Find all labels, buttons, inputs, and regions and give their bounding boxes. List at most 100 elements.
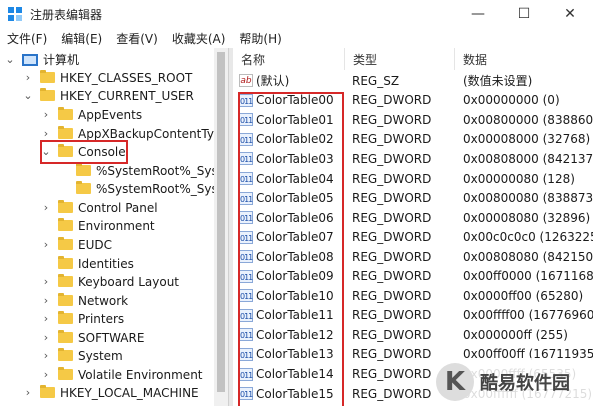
values-list: 名称 类型 数据 ab (默认) REG_SZ (数值未设置) 011 ColorTabl… [233,48,593,406]
cell-data: 0x00000000 (0) [463,93,560,108]
menu-edit[interactable]: 编辑(E) [54,30,109,47]
folder-icon [76,181,91,194]
menu-view[interactable]: 查看(V) [109,30,165,47]
cell-type: REG_DWORD [352,230,432,245]
cell-type: REG_SZ [352,73,400,88]
folder-icon [40,70,55,83]
cell-type: REG_DWORD [352,112,432,127]
chevron-right-icon[interactable]: › [40,294,52,307]
scrollbar-thumb[interactable] [217,52,225,392]
maximize-button[interactable]: ☐ [501,0,547,28]
folder-icon [40,385,55,398]
folder-icon [58,256,73,269]
chevron-right-icon[interactable]: › [40,127,52,140]
tree-node-label: Environment [78,218,155,233]
folder-icon [58,200,73,213]
cell-data: 0x0000ff00 (65280) [463,288,584,303]
cell-data: 0x00808080 (8421504) [463,249,593,264]
chevron-right-icon[interactable]: › [40,368,52,381]
tree-node-label: AppXBackupContentType [78,126,228,141]
cell-type: REG_DWORD [352,327,432,342]
string-value-icon: ab [239,74,253,88]
chevron-down-icon[interactable]: ⌄ [4,53,16,66]
tree-node-control-panel[interactable]: › Control Panel [40,198,158,217]
folder-icon [58,367,73,380]
tree-node-identities[interactable]: Identities [40,254,134,273]
cell-data: 0x00008080 (32896) [463,210,591,225]
chevron-right-icon[interactable]: › [40,349,52,362]
folder-icon [58,311,73,324]
tree-node-environment[interactable]: Environment [40,216,155,235]
chevron-right-icon[interactable]: › [40,275,52,288]
tree-node-system[interactable]: › System [40,346,123,365]
column-header-name[interactable]: 名称 [233,48,345,70]
tree-node-label: System [78,348,123,363]
cell-data: 0x00800080 (8388736) [463,191,593,206]
menu-file[interactable]: 文件(F) [0,30,54,47]
tree-node-computer[interactable]: ⌄ 计算机 [4,50,79,69]
cell-type: REG_DWORD [352,367,432,381]
chevron-right-icon[interactable]: › [40,201,52,214]
column-header-type[interactable]: 类型 [345,48,455,70]
folder-icon [58,274,73,287]
chevron-right-icon[interactable]: › [40,312,52,325]
tree-node-label: %SystemRoot%_SysW [96,181,228,196]
minimize-button[interactable]: — [455,0,501,28]
cell-data: 0x00808000 (8421376) [463,151,593,166]
cell-type: REG_DWORD [352,132,432,147]
tree-node-network[interactable]: › Network [40,291,128,310]
chevron-right-icon[interactable]: › [22,71,34,84]
tree-scrollbar[interactable] [214,48,228,406]
registry-tree: ⌄ 计算机 › HKEY_CLASSES_ROOT ⌄ HKEY_CURRENT… [0,48,228,406]
cell-type: REG_DWORD [352,210,432,225]
folder-icon [58,293,73,306]
cell-type: REG_DWORD [352,93,432,108]
tree-node-appevents[interactable]: › AppEvents [40,105,142,124]
cell-type: REG_DWORD [352,249,432,264]
tree-node-label: HKEY_CLASSES_ROOT [60,70,193,85]
tree-node-label: Network [78,293,129,308]
tree-node-hklm[interactable]: › HKEY_LOCAL_MACHINE [22,383,199,402]
cell-data: 0x00ff0000 (16711680) [463,269,593,284]
computer-icon [22,53,38,66]
tree-node-label: AppEvents [78,107,143,122]
cell-data: (数值未设置) [463,74,533,89]
chevron-right-icon[interactable]: › [40,238,52,251]
cell-data: 0x000000ff (255) [463,327,568,342]
regedit-app-icon [8,7,22,21]
folder-icon [40,88,55,101]
watermark-text: 酷易软件园 [480,373,570,394]
tree-node-printers[interactable]: › Printers [40,309,124,328]
cell-type: REG_DWORD [352,288,432,303]
folder-icon [58,218,73,231]
folder-icon [76,163,91,176]
tree-node-systemroot-2[interactable]: %SystemRoot%_SysW [58,179,228,198]
table-row[interactable]: ab (默认) REG_SZ (数值未设置) [233,71,593,91]
tree-node-software[interactable]: › SOFTWARE [40,328,144,347]
cell-data: 0x00000080 (128) [463,171,575,186]
tree-node-hkcu[interactable]: ⌄ HKEY_CURRENT_USER [22,86,194,105]
close-button[interactable]: ✕ [547,0,593,28]
console-highlight-box [40,140,128,164]
chevron-right-icon[interactable]: › [40,108,52,121]
tree-node-hkcr[interactable]: › HKEY_CLASSES_ROOT [22,68,192,87]
tree-node-volatile-environment[interactable]: › Volatile Environment [40,365,203,384]
folder-icon [58,330,73,343]
column-header-data[interactable]: 数据 [455,48,593,70]
menu-help[interactable]: 帮助(H) [232,30,288,47]
site-watermark: K 酷易软件园 [436,358,593,406]
chevron-down-icon[interactable]: ⌄ [22,89,34,102]
cell-type: REG_DWORD [352,269,432,284]
value-name: (默认) [256,74,290,89]
menu-favorites[interactable]: 收藏夹(A) [165,30,233,47]
tree-node-keyboard-layout[interactable]: › Keyboard Layout [40,272,179,291]
tree-node-label: Control Panel [78,200,158,215]
cell-data: 0x00008000 (32768) [463,132,591,147]
tree-node-eudc[interactable]: › EUDC [40,235,112,254]
chevron-right-icon[interactable]: › [40,331,52,344]
chevron-right-icon[interactable]: › [22,386,34,399]
cell-data: 0x00ffff00 (16776960) [463,308,593,323]
cell-type: REG_DWORD [352,386,432,401]
cell-type: REG_DWORD [352,151,432,166]
cell-type: REG_DWORD [352,308,432,323]
